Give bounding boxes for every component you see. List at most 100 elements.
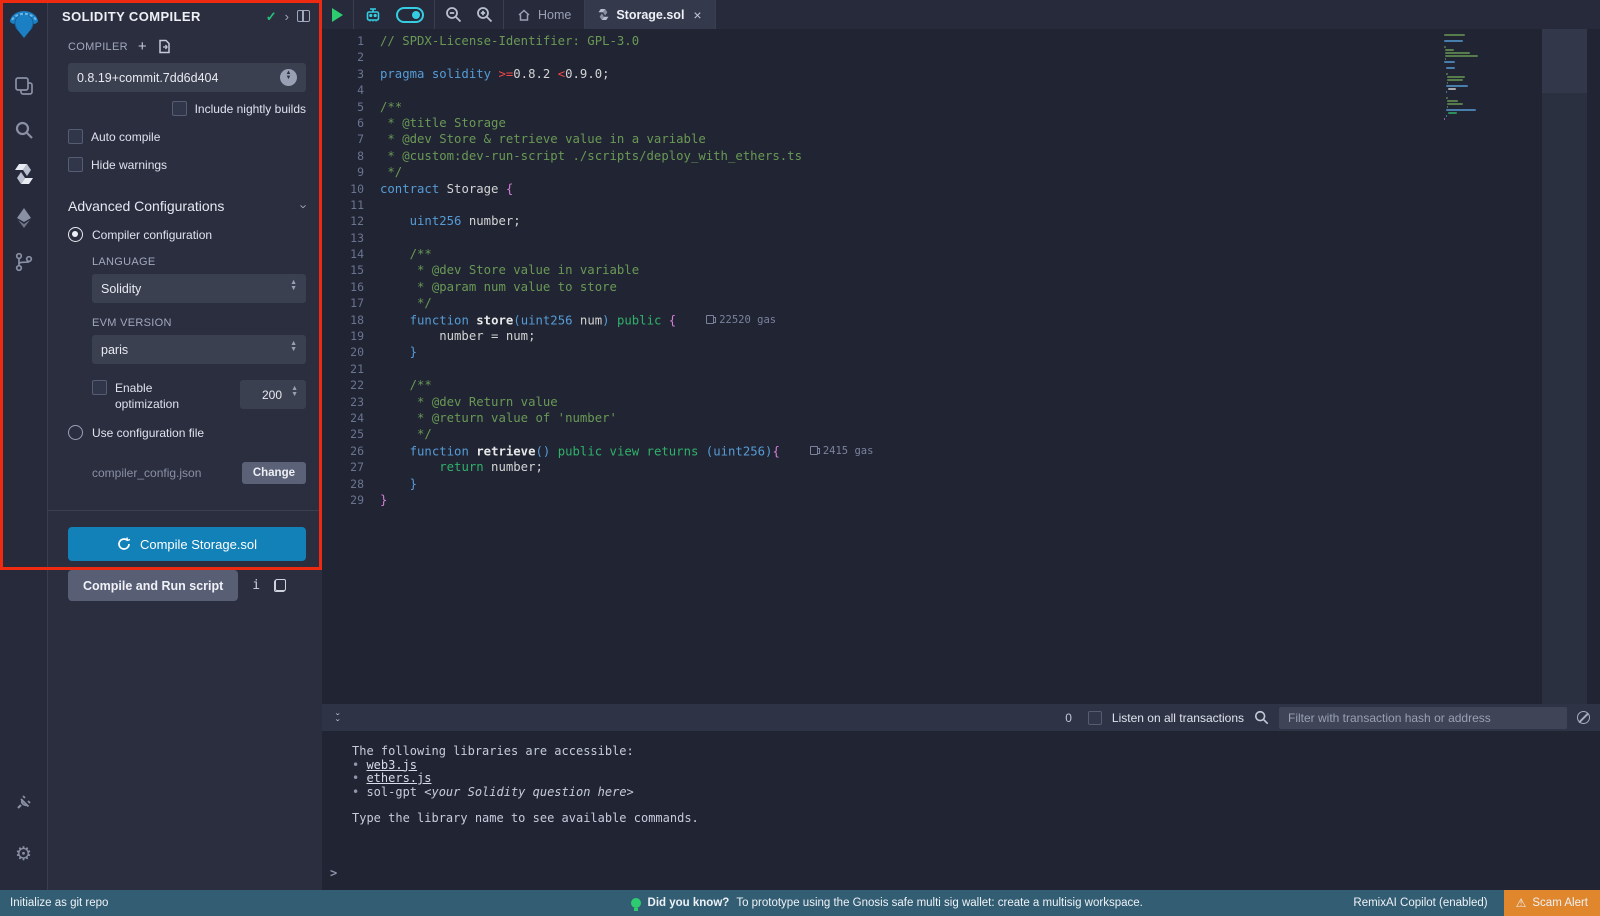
code-line[interactable]	[380, 82, 1600, 98]
panel-chevron-icon[interactable]: ›	[285, 10, 289, 23]
compiler-configuration-radio[interactable]	[68, 227, 83, 242]
code-line[interactable]: * @title Storage	[380, 115, 1600, 131]
editor-scrollbar[interactable]	[1542, 29, 1587, 704]
terminal-search-icon[interactable]	[1254, 710, 1269, 725]
sidebar-item-search[interactable]	[0, 108, 48, 152]
code-line[interactable]: */	[380, 426, 1600, 442]
code-line[interactable]	[380, 197, 1600, 213]
sidebar-item-file-explorer[interactable]	[0, 64, 48, 108]
sidebar-item-settings[interactable]: ⚙	[0, 832, 48, 876]
code-line[interactable]: * @param num value to store	[380, 279, 1600, 295]
code-line[interactable]: /**	[380, 99, 1600, 115]
code-line[interactable]: */	[380, 295, 1600, 311]
compiler-version-select[interactable]: 0.8.19+commit.7dd6d404 ▲▼	[68, 63, 306, 92]
git-init-status[interactable]: Initialize as git repo	[0, 897, 420, 909]
code-line[interactable]: }	[380, 344, 1600, 360]
clear-console-icon[interactable]	[1577, 711, 1590, 724]
sidebar-item-deploy-run[interactable]	[0, 196, 48, 240]
evm-version-select[interactable]: paris ▲▼	[92, 335, 306, 364]
compile-and-run-button[interactable]: Compile and Run script	[68, 570, 238, 601]
advanced-configurations-header[interactable]: Advanced Configurations ›	[68, 198, 306, 214]
code-line[interactable]: }	[380, 476, 1600, 492]
enable-optimization-checkbox[interactable]	[92, 380, 107, 395]
ethers-link[interactable]: ethers.js	[366, 771, 431, 785]
tab-home[interactable]: Home	[504, 0, 585, 29]
code-editor[interactable]: 1234567891011121314151617181920212223242…	[322, 29, 1600, 704]
close-tab-icon[interactable]: ×	[693, 7, 701, 23]
sidebar-item-git[interactable]	[0, 240, 48, 284]
copilot-robot-icon[interactable]	[364, 6, 382, 24]
web3-link[interactable]: web3.js	[366, 758, 417, 772]
change-config-button[interactable]: Change	[242, 462, 306, 484]
code-line[interactable]: * @dev Return value	[380, 394, 1600, 410]
copilot-toggle[interactable]	[396, 7, 424, 23]
terminal-collapse-icon[interactable]: ⌄⌄	[334, 712, 342, 724]
language-select[interactable]: Solidity ▲▼	[92, 274, 306, 303]
code-pane[interactable]: // SPDX-License-Identifier: GPL-3.0 pragm…	[380, 29, 1600, 704]
transaction-filter-input[interactable]	[1279, 707, 1567, 729]
terminal-prompt[interactable]: >	[330, 866, 337, 880]
sidebar-item-plugin-manager[interactable]	[0, 780, 48, 824]
line-number: 15	[322, 262, 380, 278]
solgpt-prefix: sol-gpt	[366, 785, 424, 799]
code-line[interactable]: pragma solidity >=0.8.2 <0.9.0;	[380, 66, 1600, 82]
copilot-status[interactable]: RemixAI Copilot (enabled)	[1353, 897, 1487, 909]
pin-panel-icon[interactable]	[297, 10, 310, 22]
code-line[interactable]: }	[380, 492, 1600, 508]
copy-icon[interactable]	[274, 579, 286, 592]
use-config-file-radio[interactable]	[68, 425, 83, 440]
code-line[interactable]: */	[380, 164, 1600, 180]
listen-all-transactions-checkbox[interactable]	[1088, 711, 1102, 725]
chevron-down-icon: ›	[296, 204, 311, 208]
minimap-line	[1448, 88, 1456, 90]
zoom-out-icon[interactable]	[445, 6, 462, 23]
add-compiler-icon[interactable]: +	[138, 38, 147, 55]
code-line[interactable]: * @return value of 'number'	[380, 410, 1600, 426]
language-value: Solidity	[101, 282, 290, 296]
line-number: 14	[322, 246, 380, 262]
zoom-in-icon[interactable]	[476, 6, 493, 23]
editor-scrollbar-thumb[interactable]	[1542, 29, 1587, 93]
code-line[interactable]: function retrieve() public view returns …	[380, 443, 1600, 459]
code-line[interactable]: uint256 number;	[380, 213, 1600, 229]
auto-compile-checkbox[interactable]	[68, 129, 83, 144]
compiler-configuration-radio-row[interactable]: Compiler configuration	[68, 227, 306, 242]
code-line[interactable]: * @dev Store & retrieve value in a varia…	[380, 131, 1600, 147]
minimap-line	[1446, 73, 1448, 75]
library-item: ethers.js	[364, 772, 1600, 786]
tab-storage-sol[interactable]: Storage.sol ×	[585, 0, 715, 29]
use-config-file-radio-row[interactable]: Use configuration file	[68, 425, 306, 440]
code-line[interactable]: /**	[380, 246, 1600, 262]
scam-alert-badge[interactable]: ⚠ Scam Alert	[1504, 890, 1600, 916]
code-line[interactable]: // SPDX-License-Identifier: GPL-3.0	[380, 33, 1600, 49]
code-line[interactable]: /**	[380, 377, 1600, 393]
gas-estimate-badge: 22520 gas	[706, 312, 776, 328]
include-nightly-checkbox[interactable]	[172, 101, 187, 116]
code-line[interactable]: function store(uint256 num) public {2252…	[380, 312, 1600, 328]
info-icon[interactable]: i	[252, 578, 260, 593]
gas-estimate-badge: 2415 gas	[810, 443, 874, 459]
code-line[interactable]: contract Storage {	[380, 181, 1600, 197]
run-script-play-icon[interactable]	[332, 8, 343, 22]
code-line[interactable]: return number;	[380, 459, 1600, 475]
code-line[interactable]	[380, 49, 1600, 65]
editor-tabbar: Home Storage.sol ×	[322, 0, 1600, 29]
remix-logo-icon[interactable]	[6, 6, 42, 42]
terminal-output[interactable]: The following libraries are accessible: …	[322, 731, 1600, 890]
optimization-runs-input[interactable]: 200 ▲▼	[240, 380, 306, 409]
sidebar-item-solidity-compiler[interactable]	[0, 152, 48, 196]
enable-optimization-control[interactable]: Enable optimization	[92, 380, 212, 412]
code-line[interactable]: * @custom:dev-run-script ./scripts/deplo…	[380, 148, 1600, 164]
code-line[interactable]: * @dev Store value in variable	[380, 262, 1600, 278]
load-compiler-file-icon[interactable]	[157, 39, 171, 54]
code-line[interactable]: number = num;	[380, 328, 1600, 344]
compile-button[interactable]: Compile Storage.sol	[68, 527, 306, 561]
minimap-line	[1444, 34, 1465, 36]
code-line[interactable]	[380, 230, 1600, 246]
editor-minimap[interactable]	[1444, 34, 1540, 121]
line-number: 23	[322, 394, 380, 410]
warning-icon: ⚠	[1516, 896, 1527, 910]
code-line[interactable]	[380, 361, 1600, 377]
gas-pump-icon	[810, 446, 818, 455]
hide-warnings-checkbox[interactable]	[68, 157, 83, 172]
